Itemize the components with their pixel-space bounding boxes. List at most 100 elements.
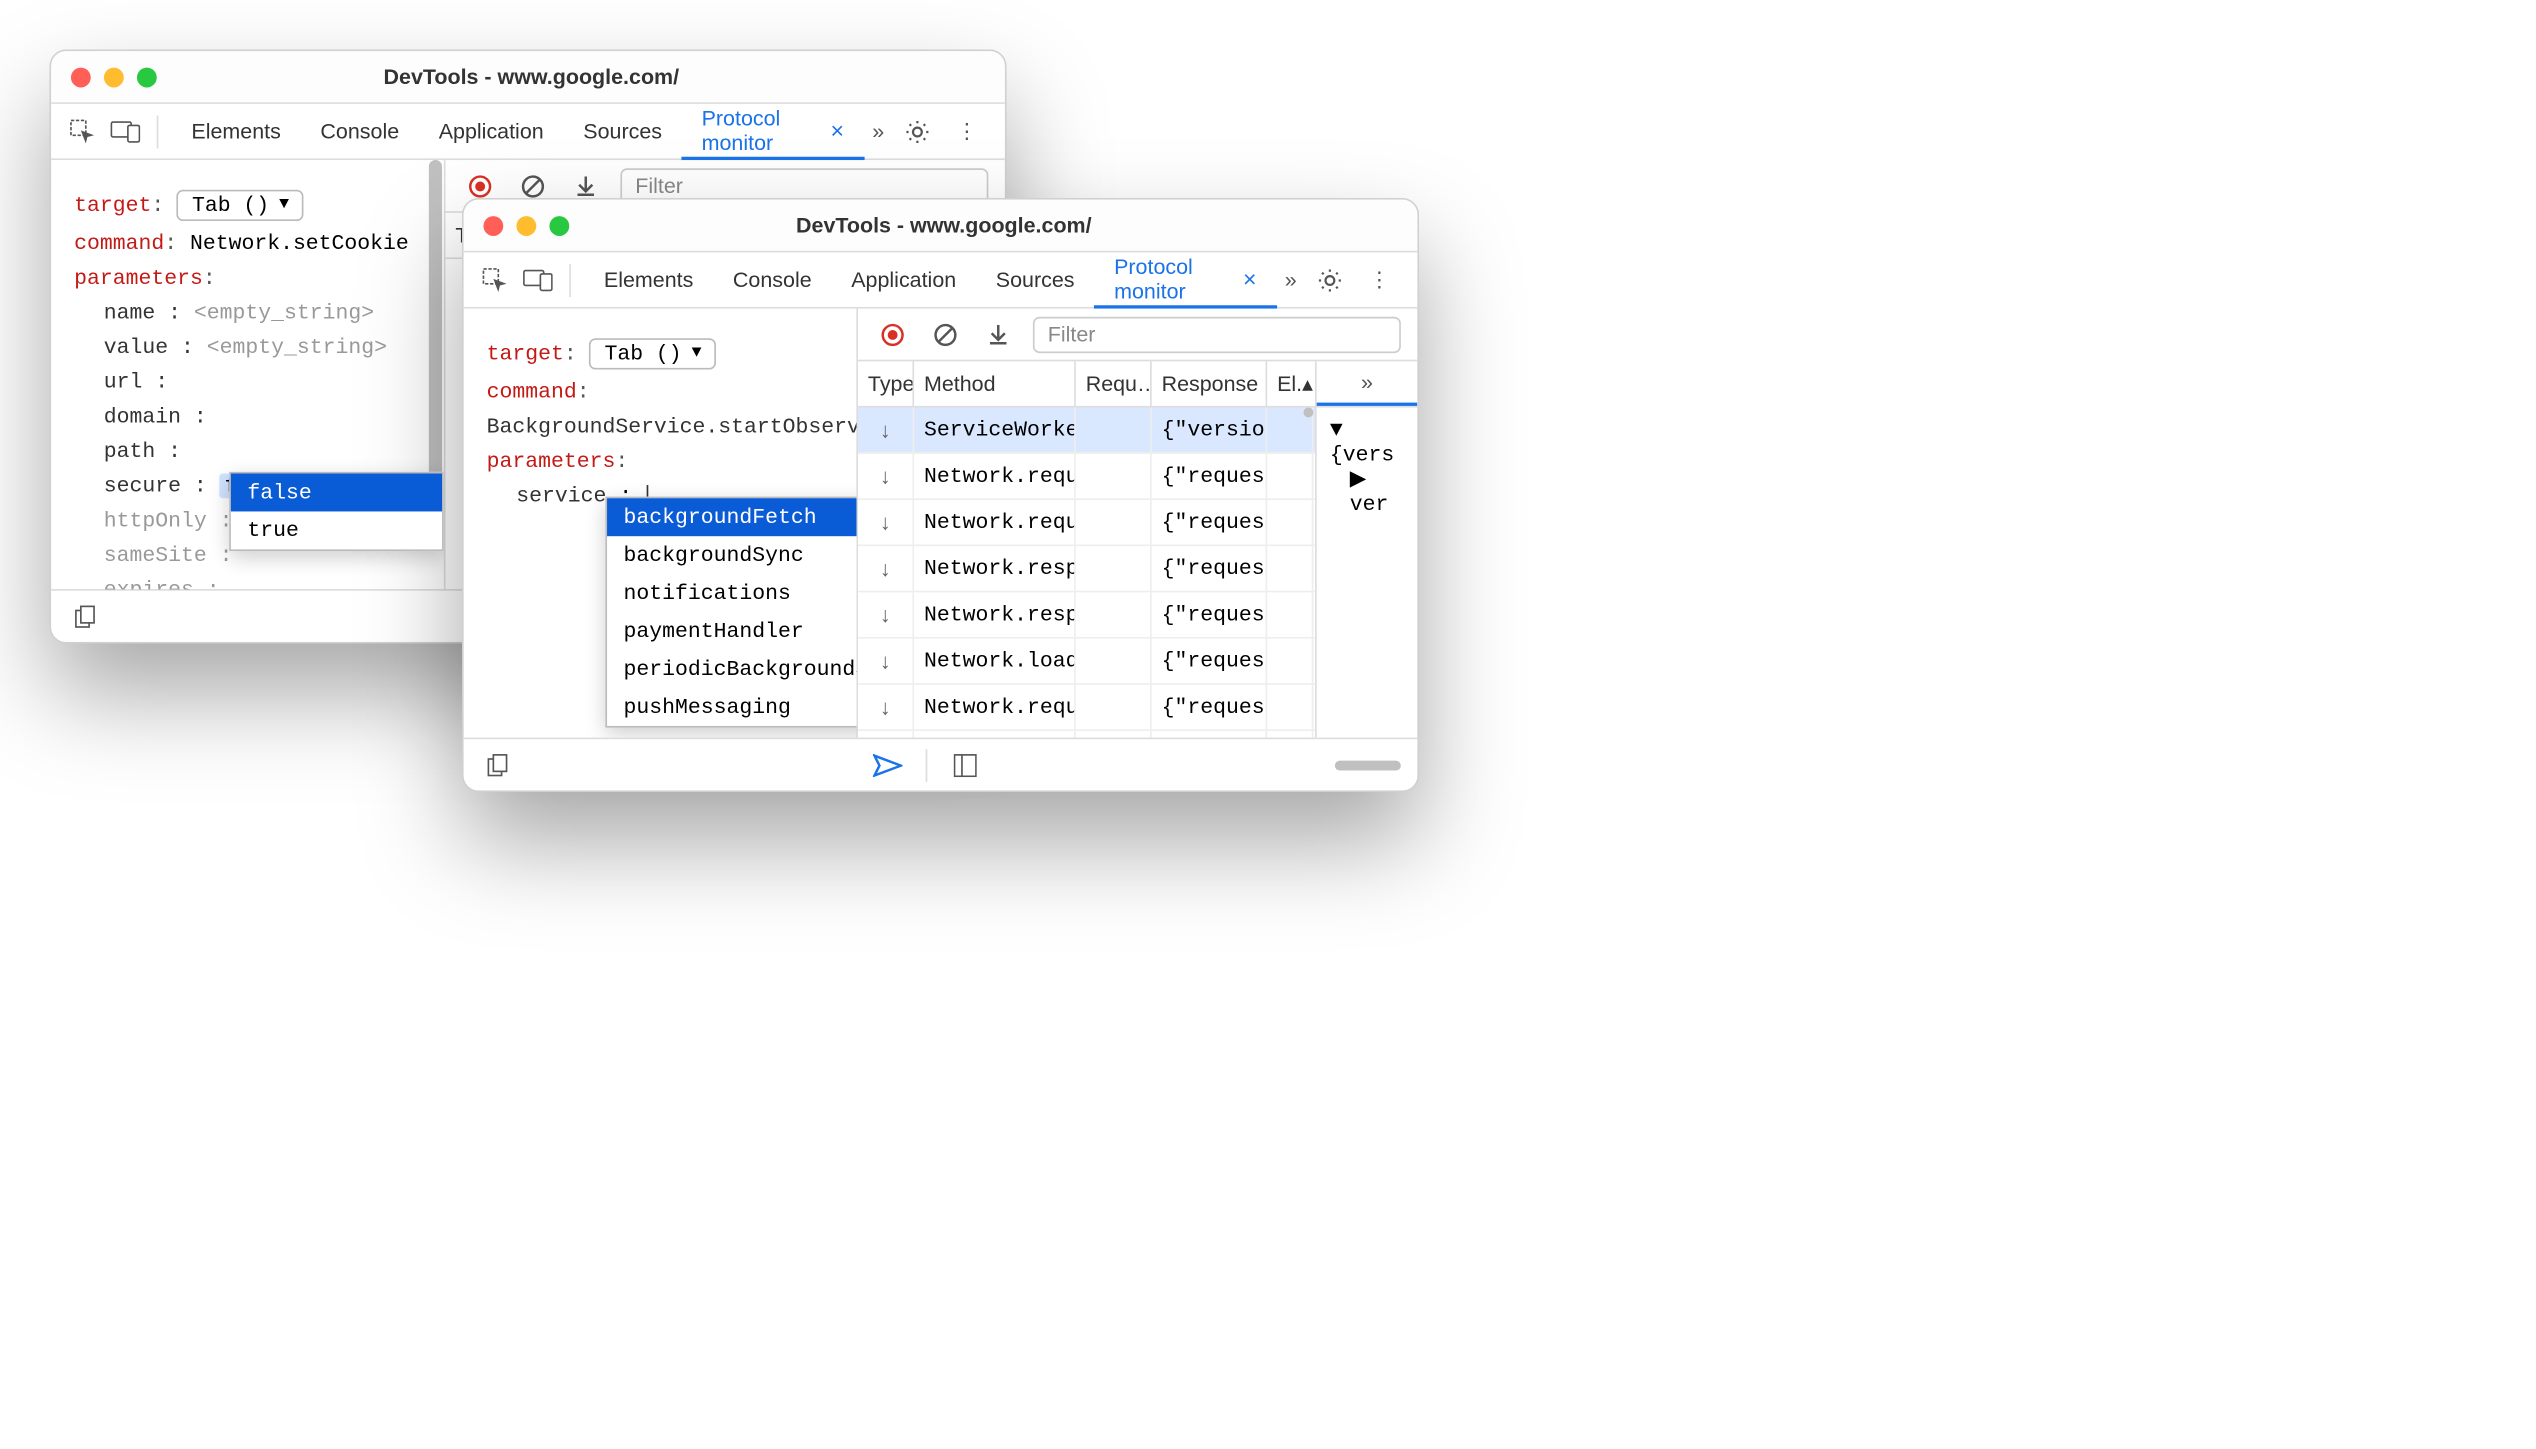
log-columns-header[interactable]: Type Method Requ… Response El.▴: [858, 361, 1315, 407]
close-tab-icon[interactable]: ×: [1243, 265, 1257, 291]
log-row[interactable]: Network.respo…{"reques…: [858, 546, 1315, 592]
log-row[interactable]: Network.respo…{"reques…: [858, 592, 1315, 638]
traffic-lights: [483, 215, 569, 235]
toggle-sidebar-icon[interactable]: [946, 747, 982, 783]
traffic-lights: [71, 67, 157, 87]
maximize-window-button[interactable]: [137, 67, 157, 87]
param-name[interactable]: name : <empty_string>: [104, 300, 421, 325]
clear-button[interactable]: [927, 316, 963, 352]
command-value[interactable]: Network.setCookie: [190, 231, 409, 256]
target-select[interactable]: Tab ()▼: [177, 190, 304, 221]
param-value[interactable]: value : <empty_string>: [104, 335, 421, 360]
settings-gear-icon[interactable]: [899, 113, 935, 149]
tab-sources[interactable]: Sources: [976, 252, 1094, 308]
target-select[interactable]: Tab ()▼: [590, 338, 717, 369]
autocomplete-popup[interactable]: falsetrue: [229, 472, 444, 551]
filter-input[interactable]: Filter: [1033, 316, 1401, 352]
log-row[interactable]: Network.reque…{"reques…: [858, 500, 1315, 546]
command-label: command: [74, 231, 164, 256]
autocomplete-option[interactable]: paymentHandler: [607, 612, 856, 650]
arrow-down-icon: [880, 556, 891, 581]
arrow-down-icon: [880, 602, 891, 627]
inspect-element-icon[interactable]: [64, 113, 100, 149]
arrow-down-icon: [880, 695, 891, 720]
target-label: target: [74, 193, 151, 218]
scrollbar-thumb[interactable]: [1304, 408, 1314, 418]
autocomplete-option[interactable]: notifications: [607, 574, 856, 612]
log-row[interactable]: Network.reque…{"reques…: [858, 685, 1315, 731]
kebab-menu-icon[interactable]: ⋮: [1361, 262, 1397, 298]
arrow-down-icon: [880, 464, 891, 489]
autocomplete-option[interactable]: false: [231, 474, 442, 512]
log-row[interactable]: Network.reque…{"reques…: [858, 454, 1315, 500]
close-tab-icon[interactable]: ×: [831, 116, 845, 142]
minimize-window-button[interactable]: [104, 67, 124, 87]
param-url[interactable]: url :: [104, 370, 421, 395]
tab-console[interactable]: Console: [713, 252, 831, 308]
autocomplete-option[interactable]: periodicBackgroundSync: [607, 650, 856, 688]
tab-protocol-monitor[interactable]: Protocol monitor ×: [1094, 252, 1276, 308]
col-elapsed: El.▴: [1267, 361, 1313, 406]
col-request: Requ…: [1076, 361, 1152, 406]
panel-tabs: Elements Console Application Sources Pro…: [584, 252, 1305, 308]
tab-protocol-monitor[interactable]: Protocol monitor ×: [682, 103, 864, 159]
settings-gear-icon[interactable]: [1312, 262, 1348, 298]
tab-application[interactable]: Application: [419, 103, 564, 159]
col-response: Response: [1152, 361, 1268, 406]
device-toggle-icon[interactable]: [107, 113, 143, 149]
command-editor-pane: target: Tab ()▼ command: Network.setCook…: [51, 160, 444, 589]
titlebar: DevTools - www.google.com/: [51, 51, 1005, 104]
command-editor-pane: target: Tab ()▼ command: BackgroundServi…: [464, 309, 857, 738]
col-method: Method: [914, 361, 1076, 406]
main-toolbar: Elements Console Application Sources Pro…: [51, 104, 1005, 160]
window-title: DevTools - www.google.com/: [177, 64, 887, 89]
autocomplete-popup[interactable]: backgroundFetchbackgroundSyncnotificatio…: [606, 497, 857, 728]
param-expires[interactable]: expires :: [104, 578, 421, 590]
panel-tabs: Elements Console Application Sources Pro…: [172, 103, 893, 159]
more-columns-icon[interactable]: »: [1317, 361, 1418, 406]
record-button[interactable]: [875, 316, 911, 352]
minimize-window-button[interactable]: [516, 215, 536, 235]
autocomplete-option[interactable]: backgroundFetch: [607, 498, 856, 536]
kebab-menu-icon[interactable]: ⋮: [949, 113, 985, 149]
footer-bar: [464, 738, 1418, 791]
close-window-button[interactable]: [71, 67, 91, 87]
tab-sources[interactable]: Sources: [564, 103, 682, 159]
parameters-label: parameters: [74, 266, 203, 291]
copy-command-icon[interactable]: [480, 747, 516, 783]
more-tabs-icon[interactable]: »: [1276, 262, 1305, 298]
send-command-icon[interactable]: [869, 747, 905, 783]
inspect-element-icon[interactable]: [477, 262, 513, 298]
target-label: target: [487, 342, 564, 367]
autocomplete-option[interactable]: pushMessaging: [607, 688, 856, 726]
col-type: Type: [858, 361, 914, 406]
tab-console[interactable]: Console: [301, 103, 419, 159]
param-domain[interactable]: domain :: [104, 404, 421, 429]
log-row[interactable]: Network.loadi…{"reques…: [858, 639, 1315, 685]
device-toggle-icon[interactable]: [520, 262, 556, 298]
more-tabs-icon[interactable]: »: [864, 113, 893, 149]
tab-elements[interactable]: Elements: [584, 252, 713, 308]
maximize-window-button[interactable]: [549, 215, 569, 235]
autocomplete-option[interactable]: backgroundSync: [607, 536, 856, 574]
autocomplete-option[interactable]: true: [231, 512, 442, 550]
tab-application[interactable]: Application: [831, 252, 976, 308]
arrow-down-icon: [880, 417, 891, 442]
log-row[interactable]: ServiceWorker…{"versio…: [858, 408, 1315, 454]
tab-elements[interactable]: Elements: [172, 103, 301, 159]
save-button[interactable]: [980, 316, 1016, 352]
command-label: command: [487, 380, 577, 405]
copy-command-icon[interactable]: [68, 598, 104, 634]
main-toolbar: Elements Console Application Sources Pro…: [464, 252, 1418, 308]
arrow-down-icon: [880, 648, 891, 673]
response-tree-pane[interactable]: ▼ {vers ▶ ver: [1315, 408, 1417, 738]
devtools-window-2: DevTools - www.google.com/ Elements Cons…: [462, 198, 1419, 792]
window-title: DevTools - www.google.com/: [589, 213, 1298, 238]
close-window-button[interactable]: [483, 215, 503, 235]
log-row[interactable]: Network.reque…{"reques…: [858, 731, 1315, 738]
arrow-down-icon: [880, 510, 891, 535]
param-path[interactable]: path :: [104, 439, 421, 464]
command-value[interactable]: BackgroundService.startObserving: [487, 414, 834, 439]
horizontal-scrollbar-thumb[interactable]: [1335, 760, 1401, 770]
titlebar: DevTools - www.google.com/: [464, 200, 1418, 253]
